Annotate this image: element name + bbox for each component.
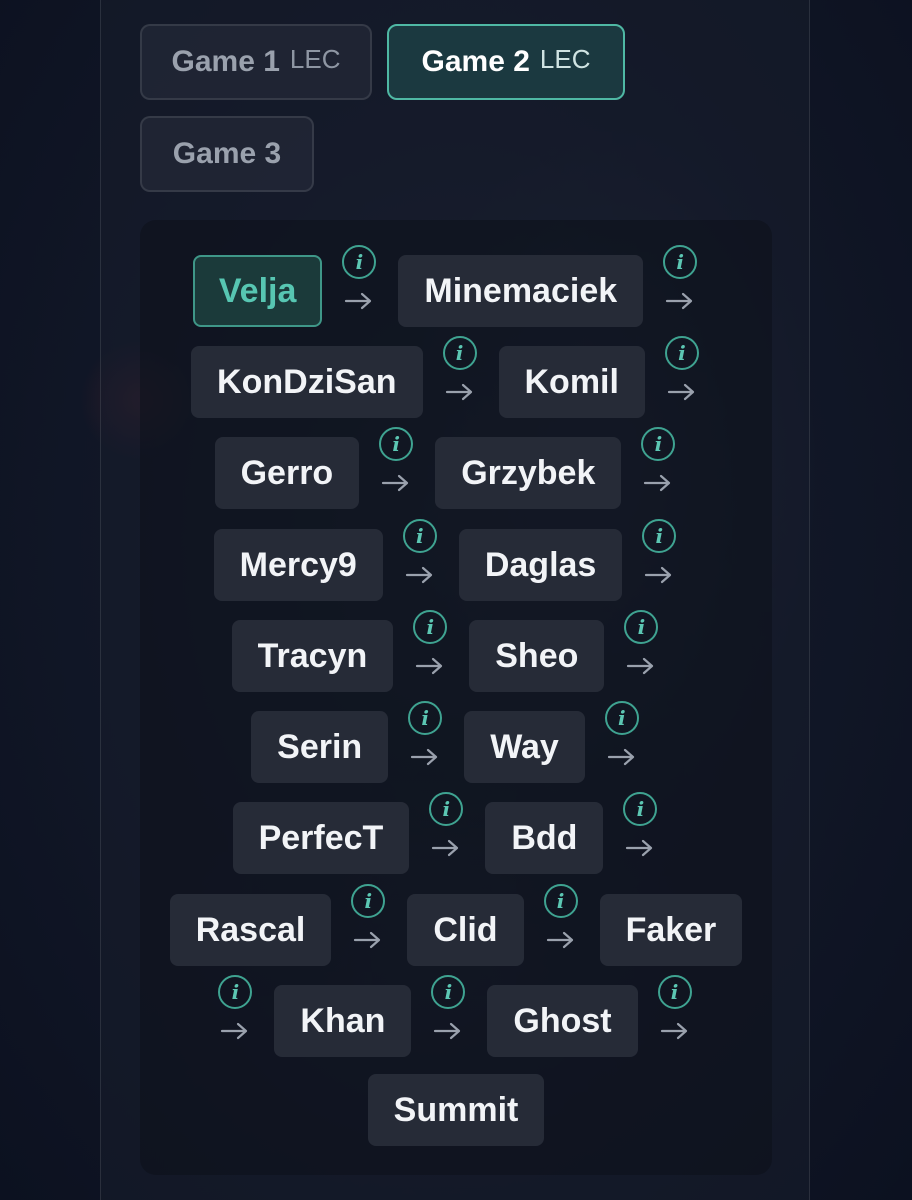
chain-row: Rascal i Clid i Faker [140, 884, 772, 966]
player-chip-tracyn[interactable]: Tracyn [231, 620, 394, 692]
chain-link: i [643, 245, 719, 327]
player-chain: Velja i Minemaciek i KonDziSan i Komil i… [140, 220, 772, 1175]
chain-row: KonDziSan i Komil i [140, 336, 772, 418]
info-icon[interactable]: i [641, 427, 676, 461]
info-icon[interactable]: i [623, 792, 658, 826]
chain-link: i [622, 519, 698, 601]
info-icon[interactable]: i [218, 975, 253, 1009]
chain-link: i [604, 610, 680, 692]
info-icon[interactable]: i [402, 519, 437, 553]
info-icon[interactable]: i [663, 245, 698, 279]
info-icon[interactable]: i [379, 427, 414, 461]
info-icon[interactable]: i [642, 519, 677, 553]
info-icon[interactable]: i [408, 701, 443, 735]
player-chip-komil[interactable]: Komil [498, 346, 645, 418]
arrow-right-icon [432, 839, 459, 857]
arrow-right-icon [345, 292, 372, 310]
info-icon[interactable]: i [543, 884, 578, 918]
player-chip-kondzisan[interactable]: KonDziSan [191, 346, 423, 418]
arrow-right-icon [411, 748, 438, 766]
arrow-right-icon [546, 931, 573, 949]
arrow-right-icon [382, 474, 409, 492]
player-chip-way[interactable]: Way [464, 711, 585, 783]
arrow-right-icon [445, 383, 472, 401]
arrow-right-icon [607, 748, 634, 766]
chain-link: i [359, 427, 435, 509]
chain-link: i [409, 792, 485, 874]
chain-link: i [603, 792, 679, 874]
player-chip-minemaciek[interactable]: Minemaciek [398, 255, 644, 327]
info-icon[interactable]: i [664, 336, 699, 370]
player-chip-khan[interactable]: Khan [274, 985, 412, 1057]
info-icon[interactable]: i [657, 975, 692, 1009]
info-icon[interactable]: i [604, 701, 639, 735]
player-chip-rascal[interactable]: Rascal [169, 894, 332, 966]
tab-league-tag: LEC [539, 43, 591, 74]
chain-link: i [331, 884, 407, 966]
chain-row: Summit [140, 1074, 772, 1146]
tab-label: Game 2 [421, 45, 530, 78]
chain-link: i [393, 610, 469, 692]
arrow-right-icon [627, 657, 654, 675]
chain-row: PerfecT i Bdd i [140, 792, 772, 874]
player-chip-serin[interactable]: Serin [251, 711, 389, 783]
player-chip-velja[interactable]: Velja [192, 255, 323, 327]
info-icon[interactable]: i [413, 610, 448, 644]
player-chip-daglas[interactable]: Daglas [458, 529, 623, 601]
chain-row: Serin i Way i [140, 701, 772, 783]
info-icon[interactable]: i [429, 792, 464, 826]
info-icon[interactable]: i [342, 245, 377, 279]
chain-link: i [585, 701, 661, 783]
player-chip-sheo[interactable]: Sheo [469, 620, 605, 692]
player-chip-gerro[interactable]: Gerro [214, 437, 360, 509]
chain-link: i [645, 336, 721, 418]
chain-link: i [411, 975, 487, 1057]
info-icon[interactable]: i [624, 610, 659, 644]
player-chip-grzybek[interactable]: Grzybek [435, 437, 622, 509]
chain-link: i [524, 884, 600, 966]
player-chip-mercy9[interactable]: Mercy9 [213, 529, 383, 601]
chain-link: i [388, 701, 464, 783]
chain-row: Tracyn i Sheo i [140, 610, 772, 692]
tab-game-2[interactable]: Game 2 LEC [387, 24, 625, 100]
arrow-right-icon [221, 1022, 248, 1040]
player-chip-ghost[interactable]: Ghost [487, 985, 638, 1057]
arrow-right-icon [434, 1022, 461, 1040]
tab-game-3[interactable]: Game 3 [140, 116, 314, 192]
info-icon[interactable]: i [351, 884, 386, 918]
arrow-right-icon [626, 839, 653, 857]
chain-link: i [423, 336, 499, 418]
chain-row: i Khan i Ghost i [140, 975, 772, 1057]
arrow-right-icon [644, 474, 671, 492]
tab-league-tag: LEC [289, 43, 341, 74]
chain-link: i [198, 975, 274, 1057]
chain-link: i [638, 975, 714, 1057]
arrow-right-icon [666, 292, 693, 310]
arrow-right-icon [354, 931, 381, 949]
arrow-right-icon [405, 566, 432, 584]
info-icon[interactable]: i [431, 975, 466, 1009]
arrow-right-icon [667, 383, 695, 401]
chain-row: Mercy9 i Daglas i [140, 519, 772, 601]
player-chip-perfect[interactable]: PerfecT [232, 802, 410, 874]
arrow-right-icon [416, 657, 443, 675]
player-chip-bdd[interactable]: Bdd [485, 802, 604, 874]
info-icon[interactable]: i [442, 336, 477, 370]
chain-link: i [322, 245, 398, 327]
chain-row: Gerro i Grzybek i [140, 427, 772, 509]
chain-row: Velja i Minemaciek i [140, 245, 772, 327]
tab-label: Game 1 [171, 45, 280, 78]
tab-game-1[interactable]: Game 1 LEC [140, 24, 372, 100]
arrow-right-icon [645, 566, 672, 584]
arrow-right-icon [660, 1022, 687, 1040]
player-chip-faker[interactable]: Faker [599, 894, 743, 966]
player-chip-clid[interactable]: Clid [407, 894, 524, 966]
tab-label: Game 3 [172, 137, 282, 170]
chain-link: i [621, 427, 697, 509]
player-chip-summit[interactable]: Summit [367, 1074, 545, 1146]
chain-link: i [383, 519, 459, 601]
